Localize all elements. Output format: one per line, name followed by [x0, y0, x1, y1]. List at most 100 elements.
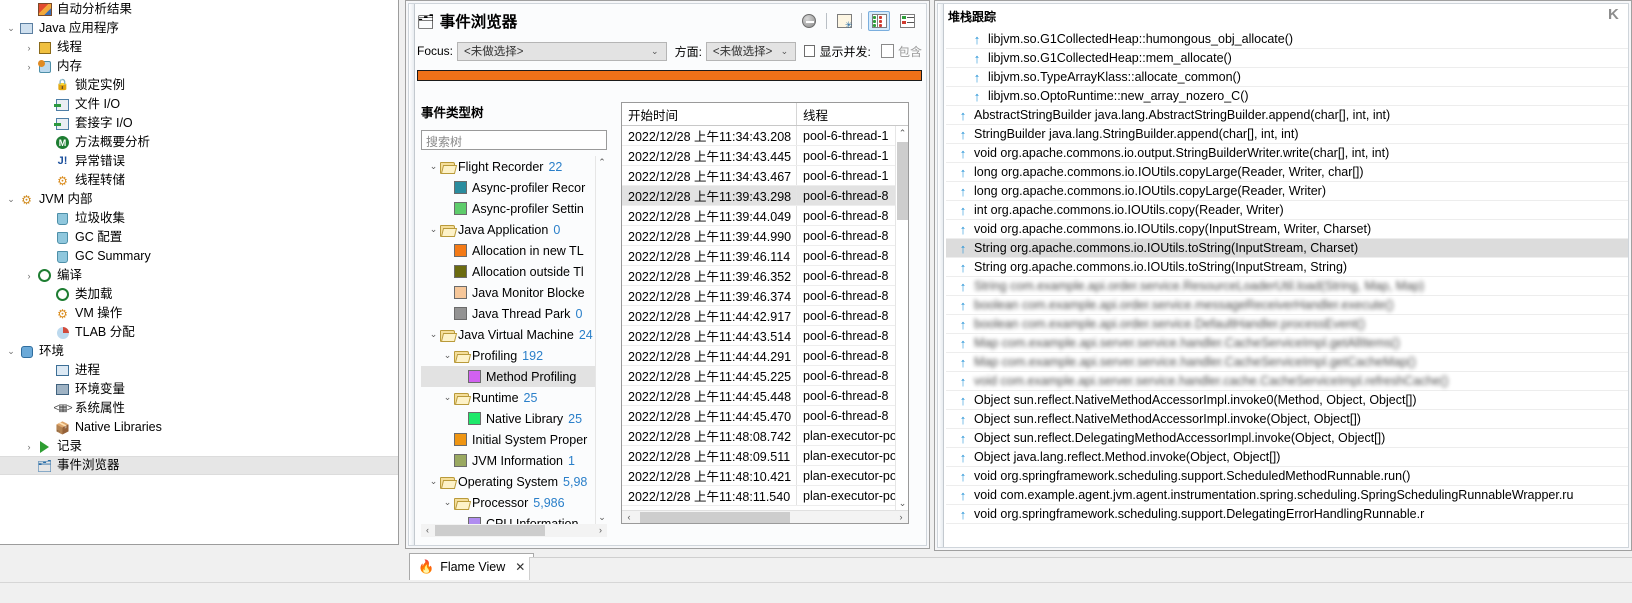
event-type-tree[interactable]: ⌄ Flight Recorder 22 Async-profiler Recor As… — [421, 156, 607, 524]
sidebar-item[interactable]: ·⚙ 线程转储 — [0, 171, 398, 190]
stack-trace-row[interactable]: ↑ void com.example.agent.jvm.agent.instru… — [946, 486, 1628, 505]
table-row[interactable]: 2022/12/28 上午11:39:44.990 pool-6-thread-8 — [622, 226, 895, 246]
chevron-down-icon[interactable]: ⌄ — [441, 392, 454, 403]
stack-trace-row[interactable]: ↑ Object java.lang.reflect.Method.invoke(… — [946, 448, 1628, 467]
sidebar-item[interactable]: · 自动分析结果 — [0, 0, 398, 19]
table-row[interactable]: 2022/12/28 上午11:48:09.511 plan-executor-p… — [622, 446, 895, 466]
event-tree-leaf[interactable]: Java Monitor Blocke — [421, 282, 595, 303]
table-row[interactable]: 2022/12/28 上午11:48:10.421 plan-executor-p… — [622, 466, 895, 486]
sidebar-item[interactable]: › 记录 — [0, 437, 398, 456]
stack-trace-row[interactable]: ↑ long org.apache.commons.io.IOUtils.copy… — [946, 163, 1628, 182]
event-tree-leaf[interactable]: Native Library 25 — [421, 408, 595, 429]
event-tree-folder[interactable]: ⌄ Java Virtual Machine 24 — [421, 324, 595, 345]
table-vertical-scrollbar[interactable]: ⌃ ⌄ — [895, 126, 908, 510]
table-row[interactable]: 2022/12/28 上午11:39:44.049 pool-6-thread-8 — [622, 206, 895, 226]
search-tree-input[interactable]: 搜索树 — [421, 130, 607, 150]
scroll-thumb[interactable] — [435, 525, 545, 536]
event-tree-folder[interactable]: ⌄ Flight Recorder 22 — [421, 156, 595, 177]
focus-select[interactable]: <未做选择> ⌄ — [457, 41, 667, 61]
stack-trace-row[interactable]: ↑ Object sun.reflect.NativeMethodAccessor… — [946, 410, 1628, 429]
sidebar-item[interactable]: ·🗂 事件浏览器 — [0, 456, 398, 475]
table-row[interactable]: 2022/12/28 上午11:34:43.445 pool-6-thread-1 — [622, 146, 895, 166]
stack-trace-row[interactable]: ↑ Object sun.reflect.NativeMethodAccessor… — [946, 391, 1628, 410]
sidebar-item[interactable]: · TLAB 分配 — [0, 323, 398, 342]
event-tree-leaf[interactable]: Initial System Proper — [421, 429, 595, 450]
sidebar-item[interactable]: ⌄ 环境 — [0, 342, 398, 361]
sidebar-item[interactable]: · 套接字 I/O — [0, 114, 398, 133]
stack-trace-row[interactable]: ↑ Map com.example.api.server.service.hand… — [946, 353, 1628, 372]
list-view-button[interactable] — [896, 11, 918, 31]
chevron-down-icon[interactable]: ⌄ — [427, 329, 440, 340]
stack-trace-row[interactable]: ↑ Map com.example.api.server.service.hand… — [946, 334, 1628, 353]
table-row[interactable]: 2022/12/28 上午11:34:43.208 pool-6-thread-1 — [622, 126, 895, 146]
sidebar-item[interactable]: · 环境变量 — [0, 380, 398, 399]
sidebar-item[interactable]: ·🔒 锁定实例 — [0, 76, 398, 95]
table-row[interactable]: 2022/12/28 上午11:48:08.742 plan-executor-p… — [622, 426, 895, 446]
event-tree-leaf[interactable]: CPU Information — [421, 513, 595, 524]
sidebar-item[interactable]: ·J! 异常错误 — [0, 152, 398, 171]
event-tree-leaf[interactable]: Async-profiler Settin — [421, 198, 595, 219]
sidebar-item[interactable]: · GC Summary — [0, 247, 398, 266]
sidebar-item[interactable]: · 文件 I/O — [0, 95, 398, 114]
event-tree-leaf[interactable]: Allocation in new TL — [421, 240, 595, 261]
chevron-down-icon[interactable]: ⌄ — [4, 23, 18, 34]
sidebar-item[interactable]: · 类加载 — [0, 285, 398, 304]
chevron-down-icon[interactable]: ⌄ — [427, 161, 440, 172]
sidebar-item[interactable]: · 进程 — [0, 361, 398, 380]
stack-trace-row[interactable]: ↑ boolean com.example.api.order.service.m… — [946, 296, 1628, 315]
table-horizontal-scrollbar[interactable]: ‹ › — [622, 510, 908, 523]
table-row[interactable]: 2022/12/28 上午11:39:46.114 pool-6-thread-8 — [622, 246, 895, 266]
facet-select[interactable]: <未做选择> ⌄ — [705, 41, 797, 61]
chevron-right-icon[interactable]: › — [22, 271, 36, 281]
stack-trace-row[interactable]: ↑ void com.example.api.server.service.han… — [946, 372, 1628, 391]
navigation-sidebar[interactable]: ·自动分析结果⌄Java 应用程序›线程›内存·🔒锁定实例·文件 I/O·套接字… — [0, 0, 399, 545]
stack-trace-row[interactable]: ↑ libjvm.so.G1CollectedHeap::humongous_ob… — [946, 30, 1628, 49]
event-tree-leaf[interactable]: JVM Information 1 — [421, 450, 595, 471]
table-row[interactable]: 2022/12/28 上午11:44:45.470 pool-6-thread-8 — [622, 406, 895, 426]
scroll-down-icon[interactable]: ⌄ — [896, 496, 908, 510]
chevron-right-icon[interactable]: › — [22, 442, 36, 452]
minimize-button[interactable] — [798, 11, 820, 31]
table-row[interactable]: 2022/12/28 上午11:48:11.540 plan-executor-p… — [622, 486, 895, 506]
table-row[interactable]: 2022/12/28 上午11:44:44.291 pool-6-thread-8 — [622, 346, 895, 366]
chevron-down-icon[interactable]: ⌄ — [427, 476, 440, 487]
event-tree-horizontal-scrollbar[interactable]: ‹ › — [421, 524, 607, 537]
event-tree-folder[interactable]: ⌄ Operating System 5,98 — [421, 471, 595, 492]
sidebar-item[interactable]: ⌄ Java 应用程序 — [0, 19, 398, 38]
panel-drag-handle[interactable] — [409, 4, 415, 545]
event-tree-leaf[interactable]: Java Thread Park 0 — [421, 303, 595, 324]
event-tree-folder[interactable]: ⌄ Java Application 0 — [421, 219, 595, 240]
sidebar-item[interactable]: › 线程 — [0, 38, 398, 57]
stack-trace-row[interactable]: ↑ boolean com.example.api.order.service.D… — [946, 315, 1628, 334]
table-row[interactable]: 2022/12/28 上午11:44:43.514 pool-6-thread-8 — [622, 326, 895, 346]
chevron-down-icon[interactable]: ⌄ — [441, 350, 454, 361]
table-row[interactable]: 2022/12/28 上午11:44:45.225 pool-6-thread-8 — [622, 366, 895, 386]
scroll-right-icon[interactable]: › — [894, 511, 908, 523]
event-tree-folder[interactable]: ⌄ Profiling 192 — [421, 345, 595, 366]
stack-trace-row[interactable]: ↑ AbstractStringBuilder java.lang.Abstrac… — [946, 106, 1628, 125]
stack-trace-row[interactable]: ↑ libjvm.so.TypeArrayKlass::allocate_comm… — [946, 68, 1628, 87]
scroll-thumb[interactable] — [897, 142, 908, 220]
scroll-right-icon[interactable]: › — [594, 524, 607, 537]
stack-trace-row[interactable]: ↑ libjvm.so.OptoRuntime::new_array_nozero… — [946, 87, 1628, 106]
event-tree-leaf[interactable]: Method Profiling — [421, 366, 595, 387]
sidebar-item[interactable]: ·M 方法概要分析 — [0, 133, 398, 152]
event-tree-vertical-scrollbar[interactable]: ⌃ ⌄ — [595, 156, 607, 524]
stack-trace-row[interactable]: ↑ libjvm.so.G1CollectedHeap::mem_allocate… — [946, 49, 1628, 68]
tab-flame-view[interactable]: 🔥 Flame View ✕ — [409, 553, 535, 580]
event-tree-leaf[interactable]: Allocation outside Tl — [421, 261, 595, 282]
sidebar-item[interactable]: ⌄ ⚙ JVM 内部 — [0, 190, 398, 209]
stack-trace-row[interactable]: ↑ void org.springframework.scheduling.sup… — [946, 467, 1628, 486]
stack-trace-row[interactable]: ↑ void org.apache.commons.io.output.Strin… — [946, 144, 1628, 163]
table-row[interactable]: 2022/12/28 上午11:39:43.298 pool-6-thread-8 — [622, 186, 895, 206]
table-row[interactable]: 2022/12/28 上午11:44:42.917 pool-6-thread-8 — [622, 306, 895, 326]
table-row[interactable]: 2022/12/28 上午11:39:46.374 pool-6-thread-8 — [622, 286, 895, 306]
sidebar-item[interactable]: › 编译 — [0, 266, 398, 285]
scroll-up-icon[interactable]: ⌃ — [896, 126, 908, 140]
table-row[interactable]: 2022/12/28 上午11:44:45.448 pool-6-thread-8 — [622, 386, 895, 406]
sidebar-item[interactable]: ·<▦>系统属性 — [0, 399, 398, 418]
event-table[interactable]: 开始时间 线程 2022/12/28 上午11:34:43.208 pool-6-… — [621, 102, 909, 524]
event-tree-folder[interactable]: ⌄ Processor 5,986 — [421, 492, 595, 513]
close-icon[interactable]: ✕ — [515, 560, 525, 574]
chevron-down-icon[interactable]: ⌄ — [4, 346, 18, 357]
